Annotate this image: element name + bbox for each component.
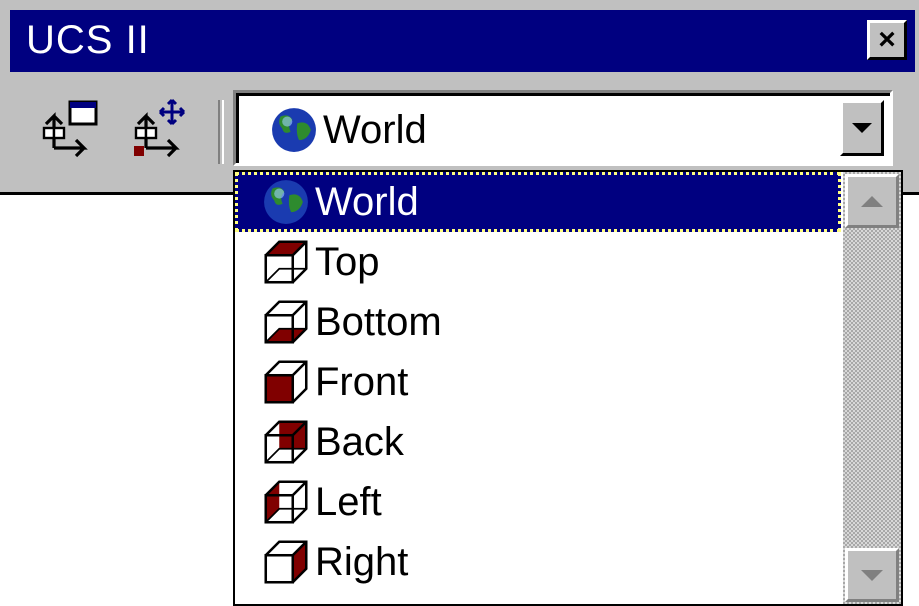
title-bar[interactable]: UCS II × [10,10,915,72]
list-item-label: Left [315,479,382,524]
combo-selected-label: World [323,107,427,152]
list-item-front[interactable]: Front [235,352,841,412]
cube-top-icon [264,240,308,284]
ucs-dropdown-list: World Top Bottom Front Back Left Right [233,170,903,606]
window-title: UCS II [26,18,150,62]
scroll-down-button[interactable] [845,548,899,602]
combo-dropdown-button[interactable] [840,100,884,156]
chevron-down-icon [861,569,883,581]
list-item-bottom[interactable]: Bottom [235,292,841,352]
list-item-label: Front [315,359,409,404]
chevron-down-icon [852,123,872,133]
cube-right-icon [264,540,308,584]
ucs-dialog-icon [42,100,98,158]
globe-icon [272,108,316,152]
ucs-ii-toolbar: UCS II × World [0,0,919,195]
list-item-label: Bottom [315,299,442,344]
toolbar-separator [218,100,224,164]
move-ucs-origin-button[interactable] [128,96,192,160]
list-item-label: Back [315,419,404,464]
list-item-label: World [315,179,419,224]
list-item-world[interactable]: World [235,172,841,232]
close-button[interactable]: × [867,20,907,60]
dropdown-items: World Top Bottom Front Back Left Right [235,172,841,592]
named-ucs-button[interactable] [36,96,100,160]
scroll-up-button[interactable] [845,174,899,228]
list-item-right[interactable]: Right [235,532,841,592]
list-item-left[interactable]: Left [235,472,841,532]
dropdown-scrollbar[interactable] [843,172,901,604]
globe-icon [264,180,308,224]
list-item-back[interactable]: Back [235,412,841,472]
list-item-label: Top [315,239,380,284]
list-item-top[interactable]: Top [235,232,841,292]
cube-bottom-icon [264,300,308,344]
ucs-move-icon [134,98,186,158]
cube-front-icon [264,360,308,404]
list-item-label: Right [315,539,409,584]
ucs-combo-box[interactable]: World [233,90,893,166]
cube-back-icon [264,420,308,464]
close-icon: × [878,23,896,56]
chevron-up-icon [861,195,883,207]
cube-left-icon [264,480,308,524]
combo-selected-value: World [267,102,427,158]
